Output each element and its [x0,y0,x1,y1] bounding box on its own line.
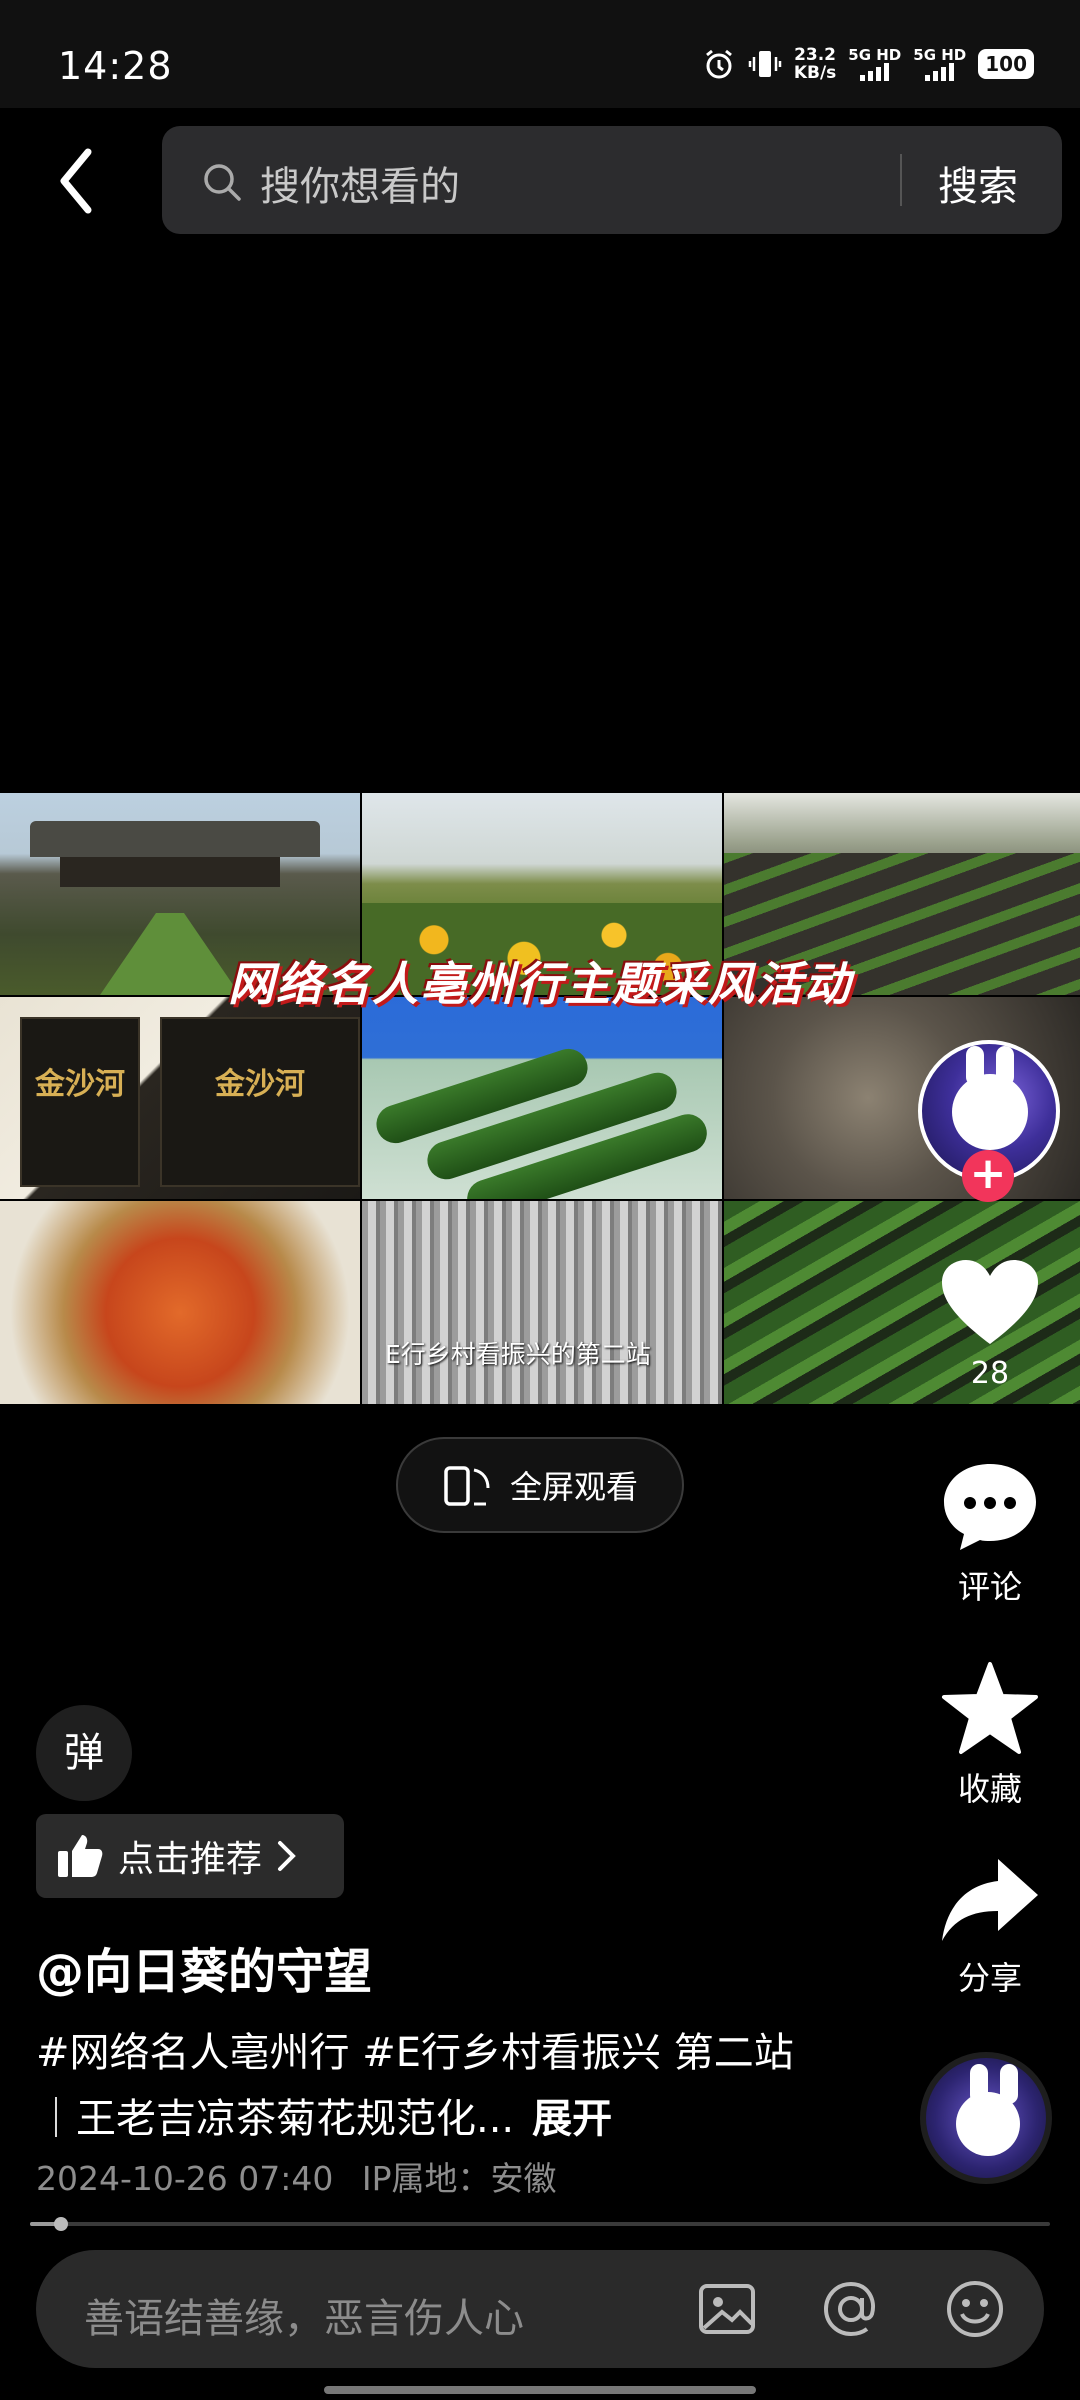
favorite-button[interactable]: 收藏 [920,1660,1060,1810]
mention-icon[interactable] [820,2278,882,2340]
vibrate-icon [748,51,782,77]
emoji-icon[interactable] [944,2278,1006,2340]
fullscreen-button[interactable]: 全屏观看 [396,1437,684,1533]
back-arrow-icon[interactable] [50,146,110,216]
music-disc[interactable] [920,2052,1052,2184]
video-tile-seafood-dish [0,1201,360,1404]
post-description: #网络名人亳州行 #E行乡村看振兴 第二站｜王老吉凉茶菊花规范化... 展开 [36,2020,796,2152]
progress-handle[interactable] [53,2217,68,2231]
description-text: #网络名人亳州行 #E行乡村看振兴 第二站｜王老吉凉茶菊花规范化... [36,2030,794,2142]
home-indicator [324,2386,756,2394]
post-meta: 2024-10-26 07:40 IP属地：安徽 [36,2152,557,2200]
fullscreen-label: 全屏观看 [509,1468,638,1506]
like-button[interactable]: 28 [920,1258,1060,1391]
share-button[interactable]: 分享 [920,1855,1060,1999]
video-progress-bar[interactable] [30,2217,1050,2231]
comment-input-bar[interactable]: 善语结善缘，恶言伤人心 [36,2250,1044,2368]
follow-button[interactable]: + [962,1150,1014,1202]
like-count: 28 [970,1356,1010,1391]
search-bar[interactable]: 搜你想看的 搜索 [162,126,1062,234]
recommend-label: 点击推荐 [118,1839,263,1880]
author-name[interactable]: @向日葵的守望 [36,1932,372,2002]
signal-sim2: 5G HD [913,47,966,81]
status-bar: 14:28 23.2 KB/s 5G HD 5G HD 100 [0,0,1080,108]
share-label: 分享 [957,1959,1022,1997]
status-time: 14:28 [58,44,173,88]
comment-input[interactable]: 善语结善缘，恶言伤人心 [84,2286,524,2344]
thumbs-up-icon [58,1835,103,1877]
favorite-label: 收藏 [957,1770,1022,1808]
battery-icon: 100 [978,49,1034,79]
video-overlay-subtitle: E行乡村看振兴的第二站 [385,1340,651,1369]
post-timestamp: 2024-10-26 07:40 [36,2159,334,2198]
alarm-icon [705,49,732,79]
expand-button[interactable]: 展开 [532,2096,612,2142]
search-input[interactable]: 搜你想看的 [260,154,460,212]
video-tile-noodles-drying [362,1201,722,1404]
danmaku-toggle[interactable]: 弹 [36,1705,132,1801]
rotate-screen-icon [444,1466,490,1506]
video-player[interactable]: 金沙河 金沙河 [0,793,1080,1404]
video-tile-cucumbers [362,997,722,1199]
heart-icon [942,1260,1038,1344]
search-button[interactable]: 搜索 [938,154,1018,212]
share-arrow-icon [942,1859,1038,1941]
chevron-right-icon [278,1841,296,1871]
comment-icon [944,1464,1036,1550]
search-icon [204,164,241,201]
ip-location: IP属地：安徽 [361,2159,557,2198]
comment-label: 评论 [957,1568,1022,1606]
video-tile-noodle-packs: 金沙河 金沙河 [0,997,360,1199]
video-overlay-title: 网络名人亳州行主题采风活动 [228,957,852,1011]
comment-button[interactable]: 评论 [920,1458,1060,1608]
image-icon[interactable] [696,2278,758,2340]
star-icon [942,1662,1038,1754]
search-divider [900,154,902,206]
signal-sim1: 5G HD [848,47,901,81]
status-icons: 23.2 KB/s 5G HD 5G HD 100 [702,46,1034,82]
recommend-button[interactable]: 点击推荐 [36,1814,344,1898]
net-speed: 23.2 KB/s [793,45,837,83]
